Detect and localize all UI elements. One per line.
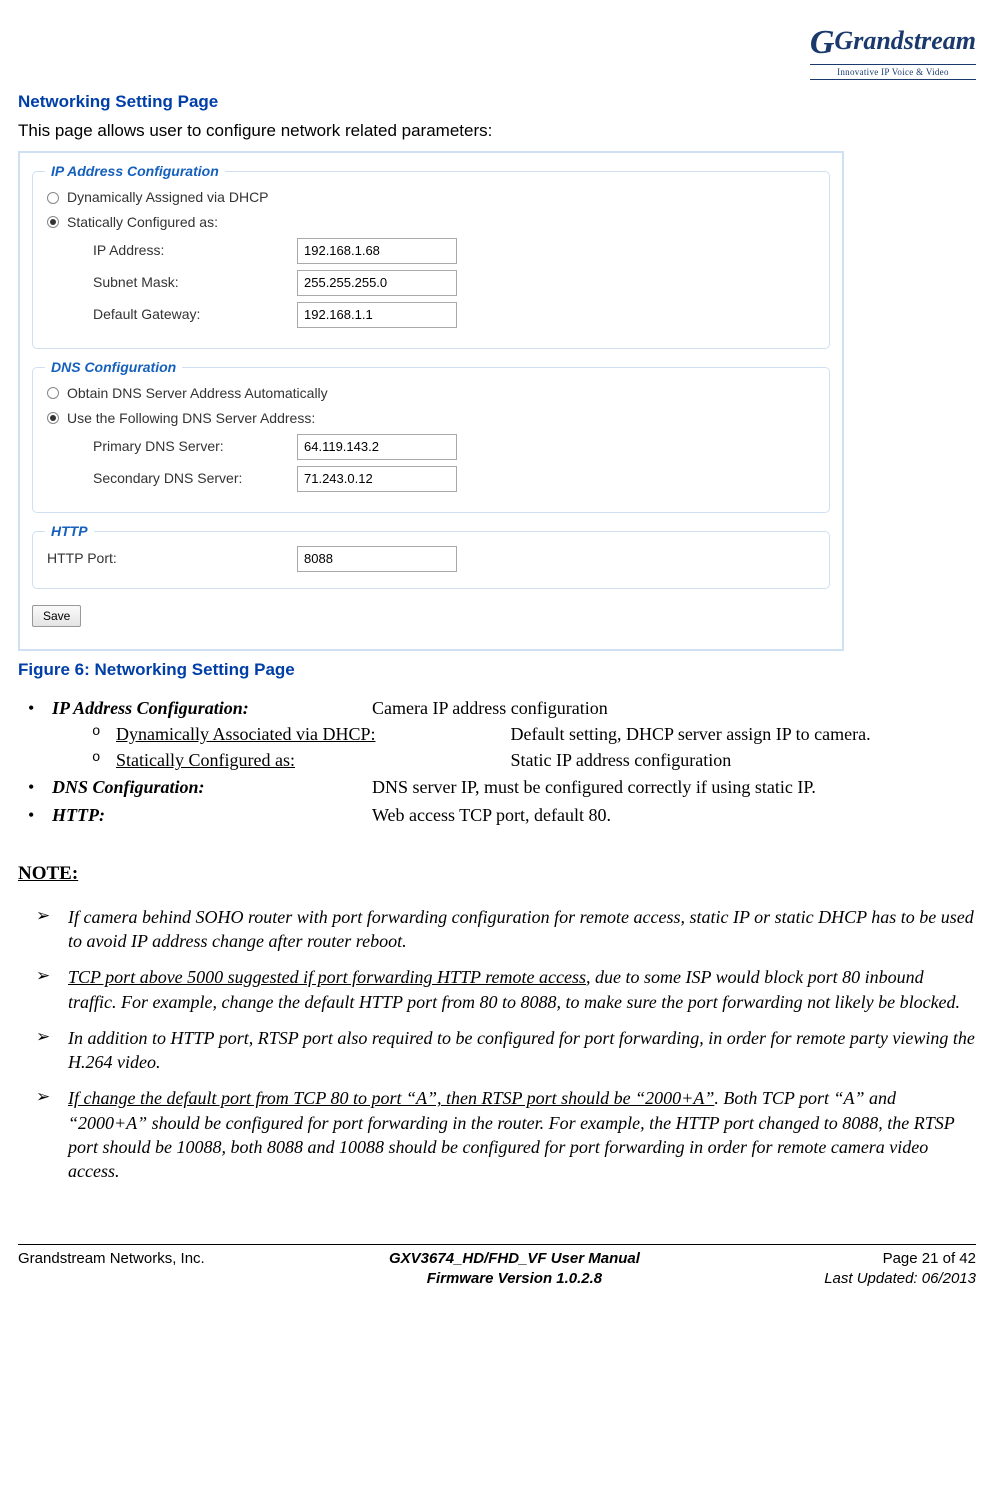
config-screenshot: IP Address Configuration Dynamically Ass… bbox=[18, 151, 844, 651]
primary-dns-label: Primary DNS Server: bbox=[93, 437, 297, 456]
subnet-mask-input[interactable] bbox=[297, 270, 457, 296]
radio-static[interactable] bbox=[47, 216, 59, 228]
note-heading: NOTE: bbox=[18, 861, 976, 887]
primary-dns-input[interactable] bbox=[297, 434, 457, 460]
http-port-label: HTTP Port: bbox=[47, 549, 297, 568]
radio-dns-auto-label: Obtain DNS Server Address Automatically bbox=[67, 384, 328, 403]
footer-updated: Last Updated: 06/2013 bbox=[824, 1269, 976, 1289]
radio-dns-auto[interactable] bbox=[47, 387, 59, 399]
logo-text: Grandstream bbox=[834, 26, 976, 55]
http-fieldset: HTTP HTTP Port: bbox=[32, 531, 830, 589]
http-port-input[interactable] bbox=[297, 546, 457, 572]
ip-legend: IP Address Configuration bbox=[45, 162, 225, 181]
desc-ip-text: Camera IP address configuration bbox=[372, 696, 608, 720]
save-button[interactable]: Save bbox=[32, 605, 81, 627]
page-heading: Networking Setting Page bbox=[18, 91, 976, 114]
footer-manual: GXV3674_HD/FHD_VF User Manual bbox=[205, 1249, 824, 1269]
secondary-dns-label: Secondary DNS Server: bbox=[93, 469, 297, 488]
desc-dns-text: DNS server IP, must be configured correc… bbox=[372, 775, 816, 799]
note-2: TCP port above 5000 suggested if port fo… bbox=[18, 965, 976, 1014]
desc-http-label: HTTP: bbox=[52, 803, 372, 827]
note-4: If change the default port from TCP 80 t… bbox=[18, 1086, 976, 1183]
gateway-input[interactable] bbox=[297, 302, 457, 328]
radio-dhcp-label: Dynamically Assigned via DHCP bbox=[67, 188, 269, 207]
desc-http-text: Web access TCP port, default 80. bbox=[372, 803, 611, 827]
desc-dhcp-text: Default setting, DHCP server assign IP t… bbox=[511, 724, 871, 744]
subnet-mask-label: Subnet Mask: bbox=[93, 273, 297, 292]
brand-logo: GGrandstream Innovative IP Voice & Video bbox=[18, 20, 976, 81]
ip-config-fieldset: IP Address Configuration Dynamically Ass… bbox=[32, 171, 830, 349]
radio-dns-manual[interactable] bbox=[47, 412, 59, 424]
dns-config-fieldset: DNS Configuration Obtain DNS Server Addr… bbox=[32, 367, 830, 513]
secondary-dns-input[interactable] bbox=[297, 466, 457, 492]
radio-dhcp[interactable] bbox=[47, 192, 59, 204]
figure-caption: Figure 6: Networking Setting Page bbox=[18, 659, 976, 682]
footer-page: Page 21 of 42 bbox=[824, 1249, 976, 1269]
page-footer: Grandstream Networks, Inc. GXV3674_HD/FH… bbox=[18, 1244, 976, 1290]
desc-static-text: Static IP address configuration bbox=[511, 750, 732, 770]
note-3: In addition to HTTP port, RTSP port also… bbox=[18, 1026, 976, 1075]
gateway-label: Default Gateway: bbox=[93, 305, 297, 324]
logo-tagline: Innovative IP Voice & Video bbox=[810, 64, 976, 80]
ip-address-input[interactable] bbox=[297, 238, 457, 264]
footer-firmware: Firmware Version 1.0.2.8 bbox=[205, 1269, 824, 1289]
note-1: If camera behind SOHO router with port f… bbox=[18, 905, 976, 954]
dns-legend: DNS Configuration bbox=[45, 358, 182, 377]
page-intro: This page allows user to configure netwo… bbox=[18, 120, 976, 143]
desc-static-label: Statically Configured as: bbox=[116, 750, 295, 770]
radio-static-label: Statically Configured as: bbox=[67, 213, 218, 232]
desc-dhcp-label: Dynamically Associated via DHCP: bbox=[116, 724, 375, 744]
notes-list: If camera behind SOHO router with port f… bbox=[18, 905, 976, 1184]
ip-address-label: IP Address: bbox=[93, 241, 297, 260]
http-legend: HTTP bbox=[45, 522, 94, 541]
radio-dns-manual-label: Use the Following DNS Server Address: bbox=[67, 409, 315, 428]
desc-dns-label: DNS Configuration: bbox=[52, 775, 372, 799]
description-list: IP Address Configuration: Camera IP addr… bbox=[18, 696, 976, 827]
desc-ip-label: IP Address Configuration: bbox=[52, 696, 372, 720]
footer-company: Grandstream Networks, Inc. bbox=[18, 1249, 205, 1290]
